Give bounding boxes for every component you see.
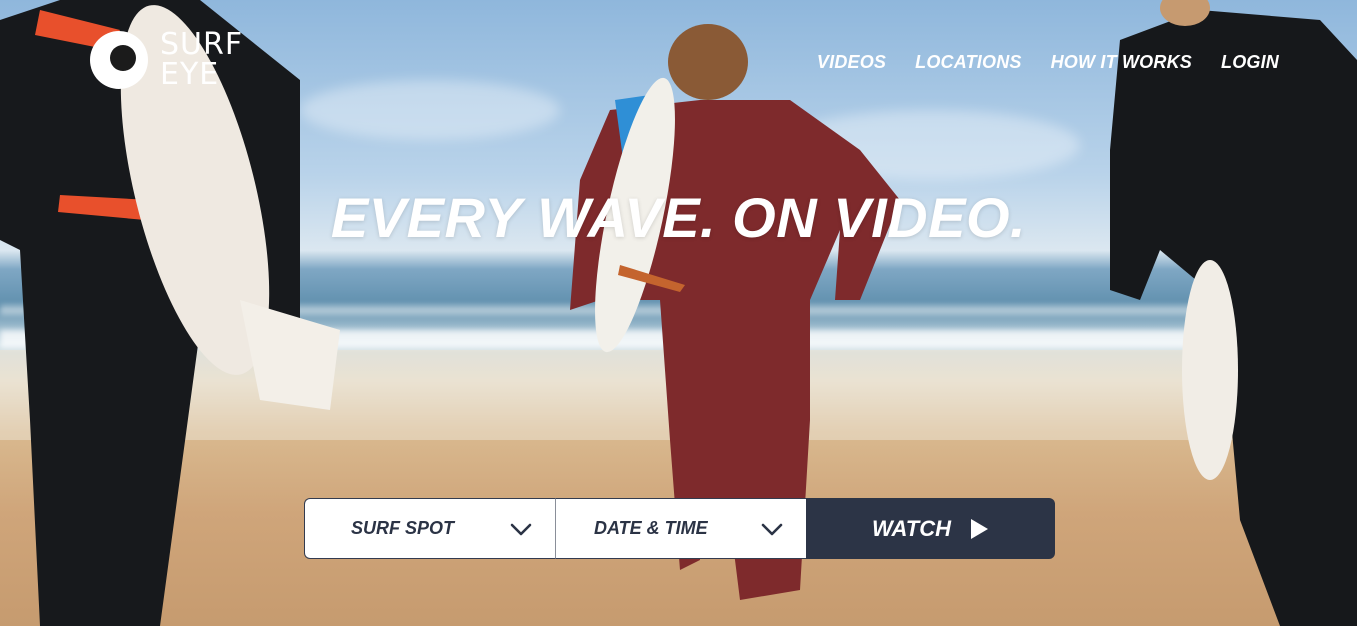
date-time-label: DATE & TIME [594, 518, 708, 538]
brand-name: SURF EYE [160, 30, 243, 90]
brand-line-2: EYE [160, 57, 220, 92]
main-nav: VIDEOS LOCATIONS HOW IT WORKS LOGIN [817, 52, 1279, 73]
video-search-bar: SURF SPOT DATE & TIME WATCH [304, 498, 1056, 559]
play-icon [971, 518, 989, 539]
date-time-dropdown[interactable]: DATE & TIME [555, 498, 807, 559]
chevron-down-icon [761, 523, 783, 535]
nav-login[interactable]: LOGIN [1221, 52, 1279, 73]
brand-line-1: SURF [160, 27, 244, 62]
watch-button[interactable]: WATCH [806, 498, 1055, 559]
hero-section: SURF EYE VIDEOS LOCATIONS HOW IT WORKS L… [0, 0, 1357, 626]
surf-spot-dropdown[interactable]: SURF SPOT [304, 498, 555, 559]
nav-how-it-works[interactable]: HOW IT WORKS [1051, 52, 1192, 73]
hero-headline: EVERY WAVE. ON VIDEO. [330, 186, 1027, 249]
brand-logo[interactable]: SURF EYE [90, 30, 243, 90]
chevron-down-icon [510, 523, 532, 535]
watch-label: WATCH [871, 515, 952, 541]
surf-spot-label: SURF SPOT [351, 518, 455, 538]
nav-videos[interactable]: VIDEOS [817, 52, 886, 73]
eye-icon [90, 31, 148, 89]
nav-locations[interactable]: LOCATIONS [915, 52, 1021, 73]
